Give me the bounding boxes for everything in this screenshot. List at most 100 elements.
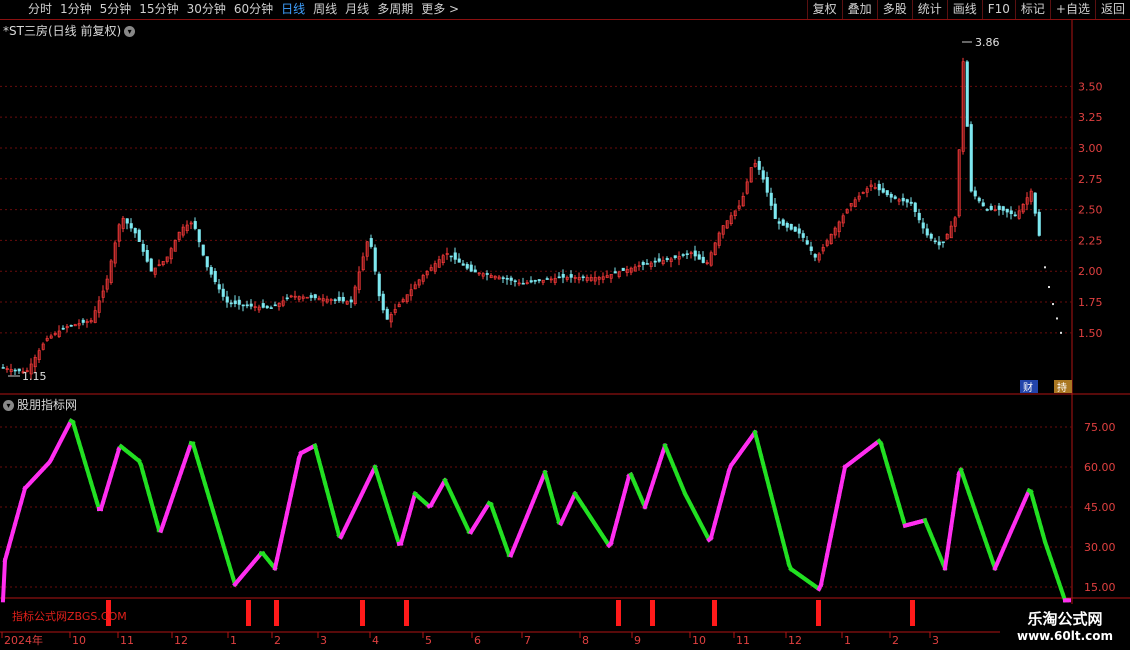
candle-body (209, 267, 213, 275)
tool-button-6[interactable]: 标记 (1014, 0, 1050, 19)
tool-button-5[interactable]: F10 (981, 0, 1015, 19)
timeframe-2[interactable]: 5分钟 (96, 0, 136, 19)
timeframe-8[interactable]: 月线 (341, 0, 373, 19)
candle-body (621, 267, 625, 271)
candle-body (197, 229, 201, 243)
candle-body (449, 255, 453, 258)
candle-body (977, 197, 981, 202)
timeframe-5[interactable]: 60分钟 (230, 0, 277, 19)
candle-body (453, 252, 457, 260)
candle-body (13, 369, 17, 372)
timeframe-1[interactable]: 1分钟 (56, 0, 96, 19)
candle-body (205, 256, 209, 268)
tool-button-8[interactable]: 返回 (1094, 0, 1130, 19)
xaxis-label: 6 (474, 634, 481, 647)
candle-body (681, 254, 685, 256)
timeframe-10[interactable]: 更多 > (417, 0, 463, 19)
price-tick-label: 2.50 (1078, 204, 1103, 217)
candle-body (349, 299, 353, 303)
candle-body (137, 229, 141, 242)
xaxis-label: 1 (844, 634, 851, 647)
candle-body (313, 294, 317, 299)
xaxis-label: 2024年 (4, 633, 43, 647)
candle-body (797, 228, 801, 234)
candle-body (233, 300, 237, 305)
chevron-down-icon[interactable]: ▾ (124, 26, 136, 37)
xaxis-label: 10 (692, 634, 706, 647)
timeframe-4[interactable]: 30分钟 (183, 0, 230, 19)
candle-body (969, 124, 973, 192)
candle-body (901, 197, 905, 202)
candle-body (773, 203, 777, 219)
candle-body (509, 277, 513, 281)
stock-title[interactable]: *ST三房(日线 前复权) ▾ (3, 22, 136, 39)
chart-area: 3.50 3.25 3.00 2.75 2.50 2.25 2.00 1.75 1.50 3.86… (0, 20, 1130, 650)
tool-button-2[interactable]: 多股 (876, 0, 912, 19)
candle-body (333, 299, 337, 301)
forecast-dot (1048, 286, 1050, 289)
timeframe-7[interactable]: 周线 (309, 0, 341, 19)
forecast-dot (1060, 331, 1062, 334)
candle-body (813, 254, 817, 258)
xaxis-label: 4 (372, 634, 379, 647)
candle-body (285, 297, 289, 300)
candle-body (473, 269, 477, 273)
candle-body (513, 280, 517, 283)
candle-body (905, 199, 909, 203)
xaxis-label: 12 (788, 634, 802, 647)
candle-body (545, 278, 549, 280)
forecast-dot (1052, 303, 1054, 306)
xaxis-label: 2 (892, 634, 899, 647)
timeframe-6[interactable]: 日线 (277, 0, 309, 19)
candle-body (793, 226, 797, 232)
candle-body (881, 188, 885, 193)
candle-body (673, 255, 677, 258)
timeframe-3[interactable]: 15分钟 (135, 0, 182, 19)
tool-button-4[interactable]: 画线 (946, 0, 982, 19)
xaxis-label: 12 (174, 634, 188, 647)
tool-button-7[interactable]: +自选 (1049, 0, 1095, 19)
candle-body (269, 307, 273, 309)
info-tag: 持 (1057, 381, 1067, 394)
chevron-down-icon[interactable]: ▾ (3, 400, 14, 411)
high-price-label: 3.86 (975, 36, 1000, 49)
indicator-title[interactable]: ▾ 股朋指标网 (3, 396, 77, 413)
indicator-tick-label: 45.00 (1084, 501, 1116, 514)
xaxis-label: 1 (230, 634, 237, 647)
candle-body (309, 295, 313, 298)
candle-body (273, 304, 277, 307)
low-price-label: 1.15 (22, 370, 47, 383)
candle-body (769, 192, 773, 206)
indicator-segment (0, 558, 8, 603)
candle-body (805, 240, 809, 245)
candle-body (569, 274, 573, 278)
signal-bar (246, 600, 251, 626)
candle-body (225, 296, 229, 303)
candle-body (801, 233, 805, 238)
timeframe-9[interactable]: 多周期 (373, 0, 417, 19)
candle-body (145, 250, 149, 262)
tool-button-1[interactable]: 叠加 (841, 0, 877, 19)
candle-body (193, 221, 197, 229)
candle-body (1001, 206, 1005, 211)
candle-body (533, 280, 537, 282)
tool-button-0[interactable]: 复权 (806, 0, 842, 19)
indicator-segment (952, 484, 960, 504)
candle-body (217, 284, 221, 290)
candle-body (981, 202, 985, 207)
candle-body (641, 262, 645, 265)
candle-body (973, 190, 977, 197)
tool-button-3[interactable]: 统计 (911, 0, 947, 19)
site-watermark: 乐淘公式网 www.60lt.com (1000, 604, 1130, 650)
xaxis-label: 11 (736, 634, 750, 647)
timeframe-0[interactable]: 分时 (0, 0, 56, 19)
candle-body (485, 273, 489, 275)
candle-body (925, 228, 929, 236)
signal-bar (712, 600, 717, 626)
candle-body (893, 196, 897, 199)
candle-body (465, 264, 469, 269)
candle-body (757, 160, 761, 170)
candle-body (381, 293, 385, 311)
candle-body (693, 250, 697, 257)
xaxis-label: 5 (425, 634, 432, 647)
